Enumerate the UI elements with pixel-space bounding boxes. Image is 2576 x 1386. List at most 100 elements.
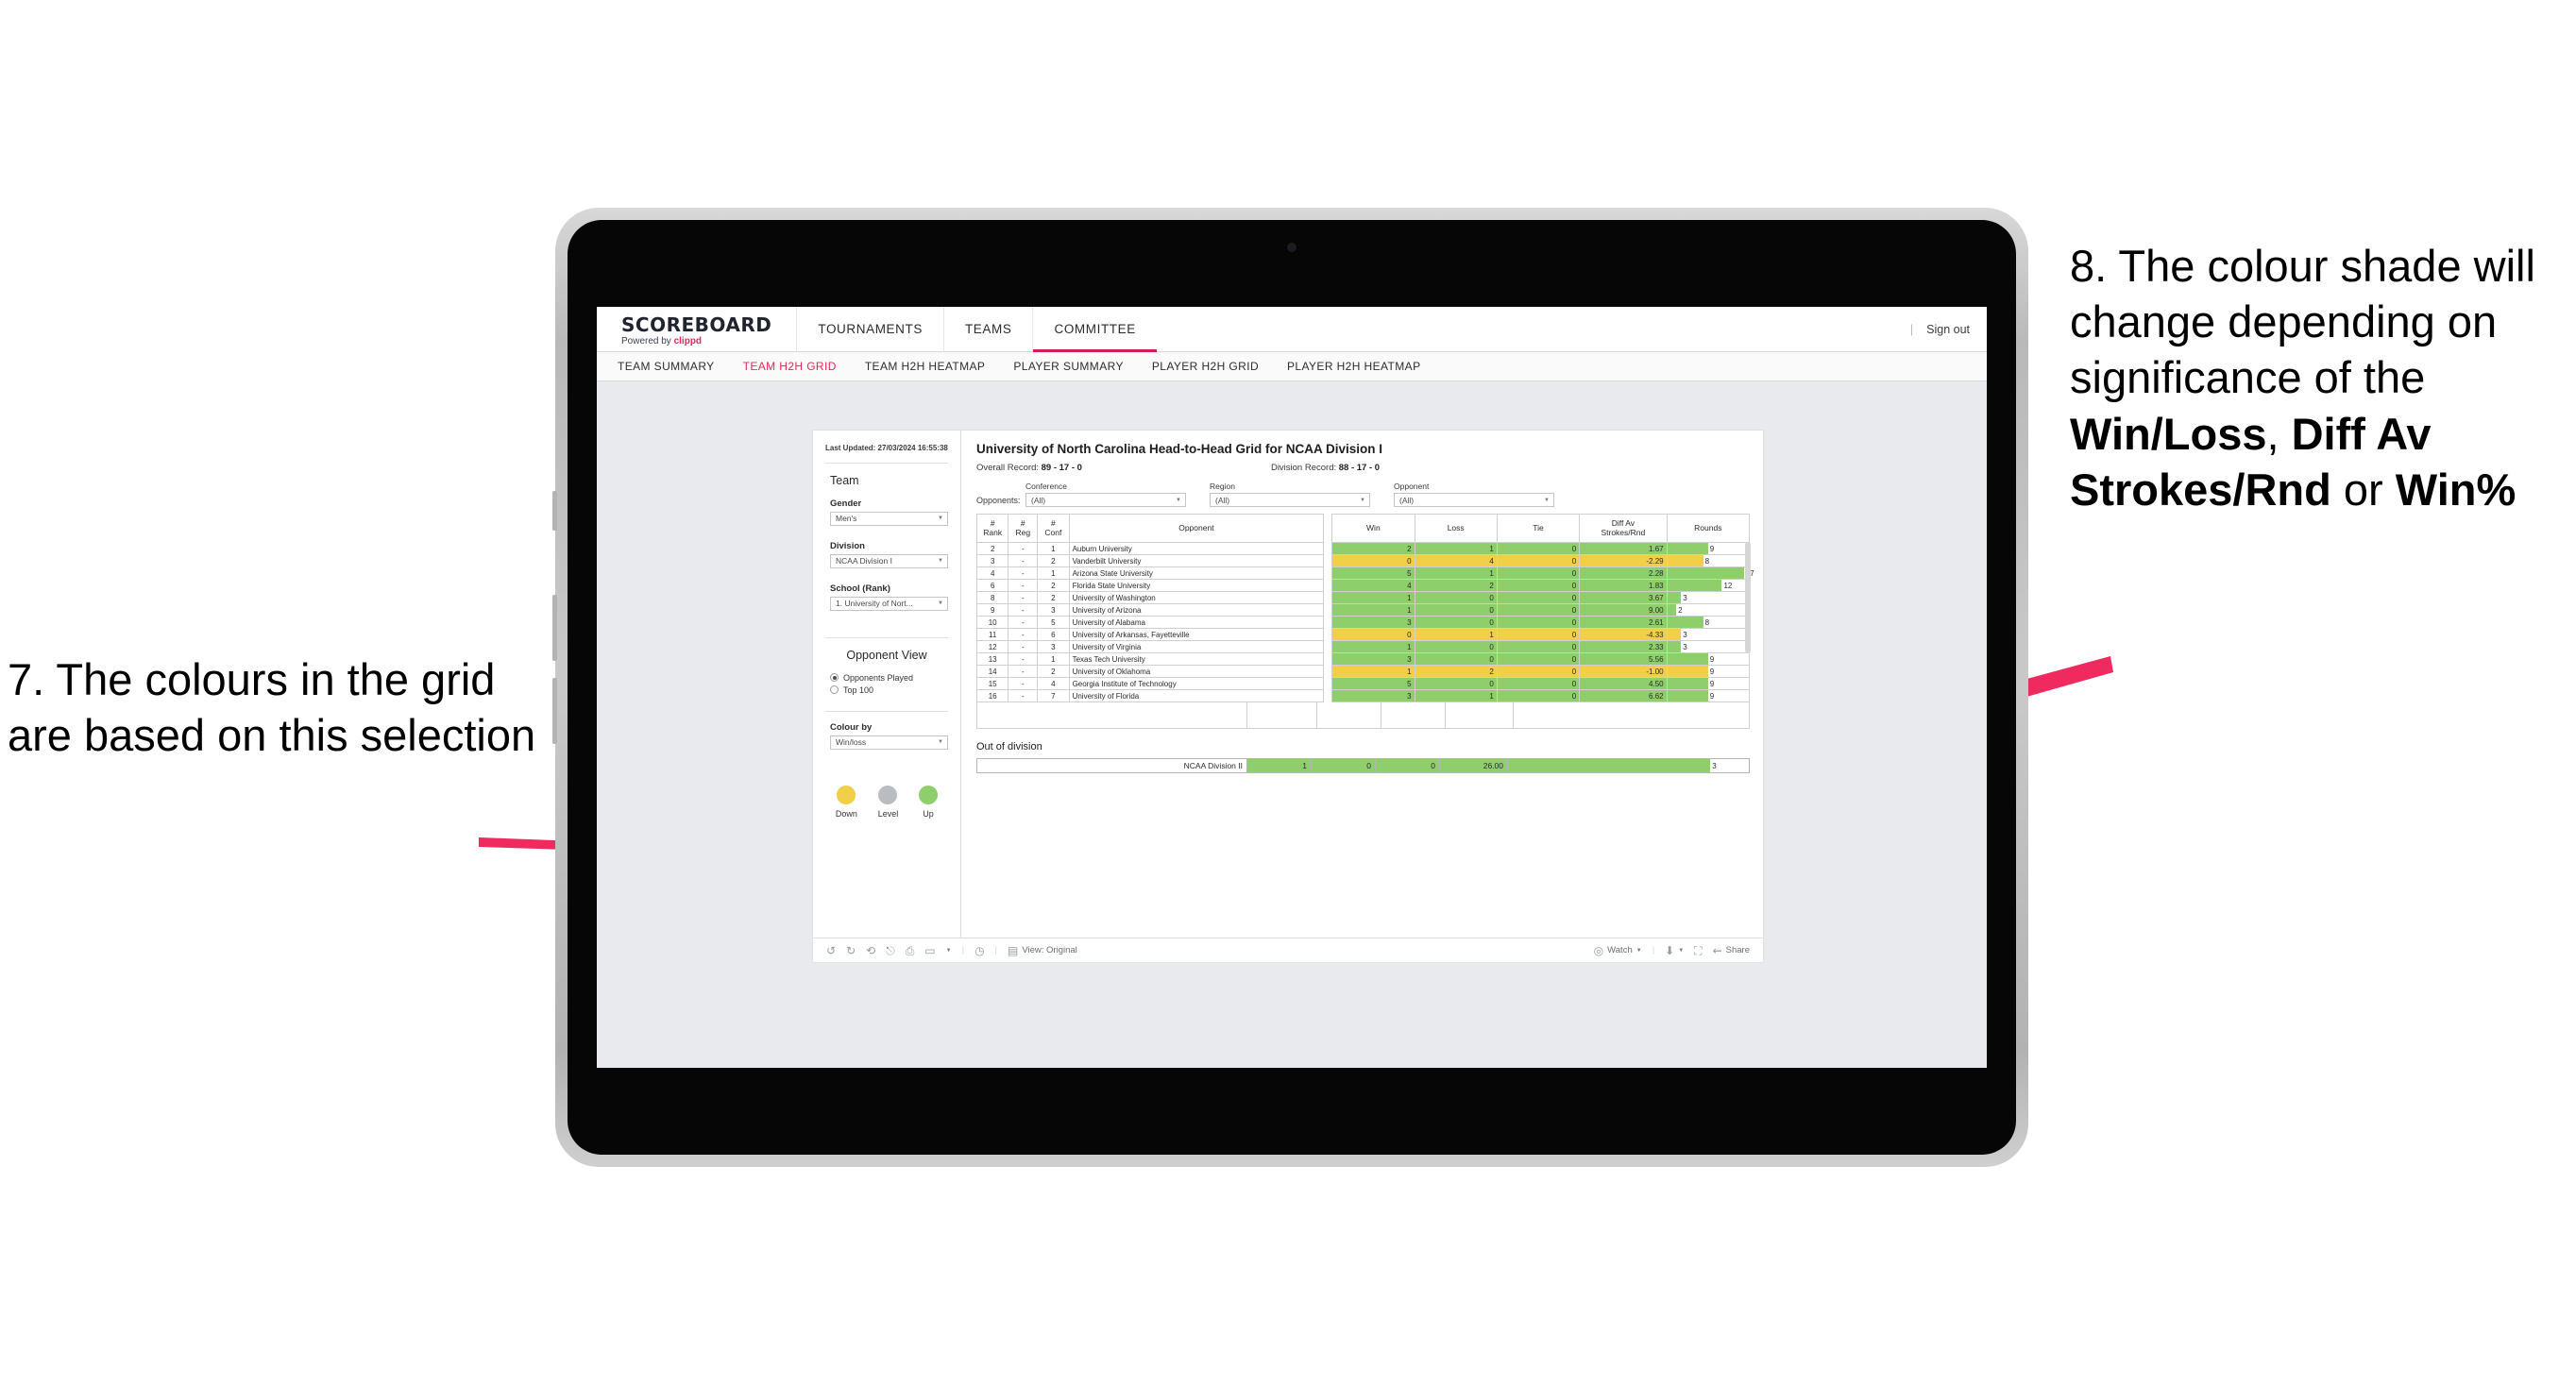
cell-reg: - xyxy=(1008,591,1039,604)
subnav-team-h2h-heatmap[interactable]: TEAM H2H HEATMAP xyxy=(865,360,986,373)
sign-out-link[interactable]: Sign out xyxy=(1926,323,1970,336)
table-row[interactable]: 15-4 Georgia Institute of Technology 5 0 0 4.… xyxy=(975,677,1751,690)
cell-opponent: Georgia Institute of Technology xyxy=(1068,677,1325,690)
colour-by-field: Colour by Win/loss ▼ xyxy=(825,722,948,750)
col-header-win[interactable]: Win xyxy=(1331,514,1415,543)
cell-tie: 0 xyxy=(1496,554,1581,567)
col-header-opponent[interactable]: Opponent xyxy=(1068,514,1325,543)
legend-label-down: Down xyxy=(835,808,857,819)
grid-empty-diff xyxy=(1446,702,1514,728)
fullscreen-icon[interactable]: ⛶ xyxy=(1694,945,1702,956)
chevron-down-icon: ▼ xyxy=(1678,947,1685,954)
cell-conf: 2 xyxy=(1037,591,1070,604)
col-spacer xyxy=(1323,514,1332,543)
chevron-down-icon: ▼ xyxy=(1176,497,1181,503)
chevron-down-icon[interactable]: ▼ xyxy=(946,948,952,954)
colour-by-select[interactable]: Win/loss ▼ xyxy=(830,735,948,750)
cell-rounds: 3 xyxy=(1666,628,1751,641)
col-header-loss[interactable]: Loss xyxy=(1414,514,1498,543)
download-button[interactable]: ⬇ ▼ xyxy=(1665,945,1684,956)
col-header-tie[interactable]: Tie xyxy=(1496,514,1581,543)
col-header-conf[interactable]: # Conf xyxy=(1037,514,1070,543)
school-select[interactable]: 1. University of Nort... ▼ xyxy=(830,596,948,611)
table-row[interactable]: 11-6 University of Arkansas, Fayetteville… xyxy=(975,628,1751,641)
nav-tab-tournaments[interactable]: TOURNAMENTS xyxy=(796,307,943,351)
col-header-reg[interactable]: # Reg xyxy=(1008,514,1039,543)
revert-icon[interactable]: ⟲ xyxy=(866,945,875,956)
front-camera-icon xyxy=(1287,243,1296,252)
col-header-diff-av-strokes[interactable]: Diff Av Strokes/Rnd xyxy=(1579,514,1668,543)
brand-logo[interactable]: SCOREBOARD Powered by clippd xyxy=(597,307,796,351)
pause-refresh-icon[interactable]: ⎙ xyxy=(906,945,915,956)
page-title: University of North Carolina Head-to-Hea… xyxy=(976,442,1383,456)
cell-diff-av-strokes: 2.33 xyxy=(1579,640,1668,653)
cell-reg: - xyxy=(1008,665,1039,678)
cell-spacer xyxy=(1323,579,1332,592)
table-row[interactable]: 16-7 University of Florida 3 1 0 6.62 9 xyxy=(975,689,1751,702)
region-select[interactable]: (All) ▼ xyxy=(1210,493,1370,507)
table-row[interactable]: 10-5 University of Alabama 3 0 0 2.61 8 xyxy=(975,616,1751,629)
cell-opponent: Vanderbilt University xyxy=(1068,554,1325,567)
rectangle-select-icon[interactable]: ▭ xyxy=(924,945,935,956)
cell-tie: 0 xyxy=(1496,591,1581,604)
col-header-rounds[interactable]: Rounds xyxy=(1666,514,1751,543)
records-row: Overall Record: 89 - 17 - 0 Division Rec… xyxy=(976,463,1750,473)
filters-sidebar: Last Updated: 27/03/2024 16:55:38 Team G… xyxy=(813,431,961,938)
cell-loss: 1 xyxy=(1414,628,1498,641)
redo-icon[interactable]: ↻ xyxy=(846,945,856,956)
watch-button[interactable]: ◎ Watch ▼ xyxy=(1594,945,1642,956)
radio-top-100[interactable]: Top 100 xyxy=(825,685,948,695)
table-row[interactable]: 9-3 University of Arizona 1 0 0 9.00 2 xyxy=(975,603,1751,617)
cell-win: 2 xyxy=(1331,542,1415,555)
grid-main-panel: University of North Carolina Head-to-Hea… xyxy=(961,431,1763,938)
subnav-player-h2h-heatmap[interactable]: PLAYER H2H HEATMAP xyxy=(1287,360,1420,373)
cell-tie: 0 xyxy=(1496,603,1581,617)
subnav-player-summary[interactable]: PLAYER SUMMARY xyxy=(1013,360,1124,373)
division-select[interactable]: NCAA Division I ▼ xyxy=(830,553,948,568)
radio-opponents-played-label: Opponents Played xyxy=(843,672,914,683)
conference-select[interactable]: (All) ▼ xyxy=(1025,493,1186,507)
view-original-button[interactable]: ▤ View: Original xyxy=(1008,945,1077,956)
conference-filter-label: Conference xyxy=(1025,482,1067,491)
top-navigation-bar: SCOREBOARD Powered by clippd TOURNAMENTS… xyxy=(597,307,1987,352)
cell-conf: 1 xyxy=(1037,652,1070,666)
table-row[interactable]: 13-1 Texas Tech University 3 0 0 5.56 9 xyxy=(975,652,1751,666)
nav-tab-teams[interactable]: TEAMS xyxy=(942,307,1033,351)
cell-reg: - xyxy=(1008,542,1039,555)
cell-reg: - xyxy=(1008,603,1039,617)
cell-opponent: University of Arkansas, Fayetteville xyxy=(1068,628,1325,641)
tablet-power-button xyxy=(552,491,557,531)
annotation-8-text: 8. The colour shade will change dependin… xyxy=(2070,238,2576,517)
table-row[interactable]: 12-3 University of Virginia 1 0 0 2.33 3 xyxy=(975,640,1751,653)
opponent-select[interactable]: (All) ▼ xyxy=(1394,493,1554,507)
subnav-team-h2h-grid[interactable]: TEAM H2H GRID xyxy=(743,360,837,373)
subnav-team-summary[interactable]: TEAM SUMMARY xyxy=(618,360,715,373)
share-button[interactable]: ⇜ Share xyxy=(1713,945,1750,956)
table-row[interactable]: 6-2 Florida State University 4 2 0 1.83 12 xyxy=(975,579,1751,592)
gender-select[interactable]: Men's ▼ xyxy=(830,511,948,526)
nav-tab-committee[interactable]: COMMITTEE xyxy=(1032,307,1158,352)
tablet-volume-down-button xyxy=(552,678,557,744)
table-row[interactable]: 14-2 University of Oklahoma 1 2 0 -1.00 9 xyxy=(975,665,1751,678)
cell-loss: 0 xyxy=(1414,616,1498,629)
nav-tab-teams-label: TEAMS xyxy=(964,322,1012,336)
radio-opponents-played[interactable]: Opponents Played xyxy=(825,673,948,683)
grid-vertical-scrollbar[interactable] xyxy=(1745,542,1751,653)
table-row[interactable]: 4-1Arizona State University5102.2817 xyxy=(975,566,1754,580)
cell-diff-av-strokes: -4.33 xyxy=(1579,628,1668,641)
cell-rounds: 12 xyxy=(1666,579,1751,592)
col-header-rank[interactable]: # Rank xyxy=(975,514,1009,543)
subnav-player-h2h-grid[interactable]: PLAYER H2H GRID xyxy=(1152,360,1259,373)
cell-loss: 2 xyxy=(1414,665,1498,678)
cell-tie: 0 xyxy=(1496,677,1581,690)
school-field: School (Rank) 1. University of Nort... ▼ xyxy=(825,583,948,611)
cell-diff-av-strokes: 9.00 xyxy=(1579,603,1668,617)
table-row[interactable]: 3-2 Vanderbilt University 0 4 0 -2.29 8 xyxy=(975,554,1751,567)
table-row[interactable]: 2-1 Auburn University 2 1 0 1.67 9 xyxy=(975,542,1751,555)
grid-empty-rounds xyxy=(1514,702,1749,728)
alert-clock-icon[interactable]: ◷ xyxy=(974,945,984,956)
undo-icon[interactable]: ↺ xyxy=(826,945,836,956)
table-row[interactable]: 8-2 University of Washington 1 0 0 3.67 3 xyxy=(975,591,1751,604)
refresh-data-icon[interactable]: ⎋ xyxy=(886,945,895,956)
team-section-heading: Team xyxy=(830,473,859,487)
